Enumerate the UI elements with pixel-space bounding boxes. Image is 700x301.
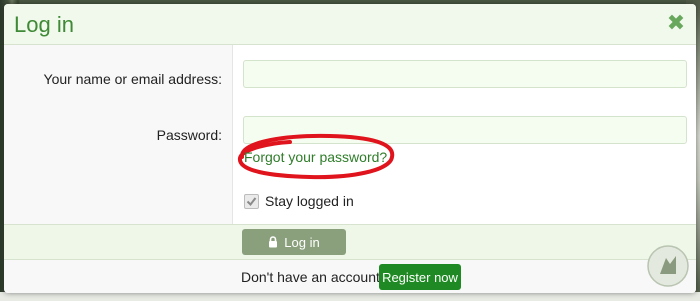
login-dialog: Log in ✖ Your name or email address: Pas…: [4, 4, 696, 293]
dialog-header: Log in ✖: [4, 4, 696, 45]
register-prompt: Don't have an account?: [241, 269, 388, 285]
checkmark-icon: [246, 196, 257, 206]
form-label-column: Your name or email address: Password:: [4, 45, 233, 224]
name-field-label: Your name or email address:: [43, 71, 222, 87]
lock-icon: [269, 236, 278, 248]
background-page-footer: [0, 292, 700, 301]
stay-logged-in-checkbox[interactable]: [244, 193, 259, 209]
action-bar: Log in: [4, 224, 696, 260]
site-logo-watermark: [647, 245, 689, 287]
forgot-password-link[interactable]: Forgot your password?: [244, 149, 387, 165]
stay-logged-in-label: Stay logged in: [265, 193, 354, 209]
dialog-title: Log in: [14, 12, 74, 37]
stay-logged-in-row: Stay logged in: [244, 193, 354, 209]
login-button[interactable]: Log in: [242, 229, 346, 255]
login-button-label: Log in: [284, 234, 320, 250]
register-now-button[interactable]: Register now: [379, 264, 461, 290]
close-icon[interactable]: ✖: [666, 12, 686, 34]
login-form: Your name or email address: Password: Fo…: [4, 45, 696, 224]
dialog-footer: Don't have an account? Register now: [4, 245, 696, 293]
name-email-input[interactable]: [243, 60, 687, 88]
password-field-label: Password:: [156, 127, 222, 143]
